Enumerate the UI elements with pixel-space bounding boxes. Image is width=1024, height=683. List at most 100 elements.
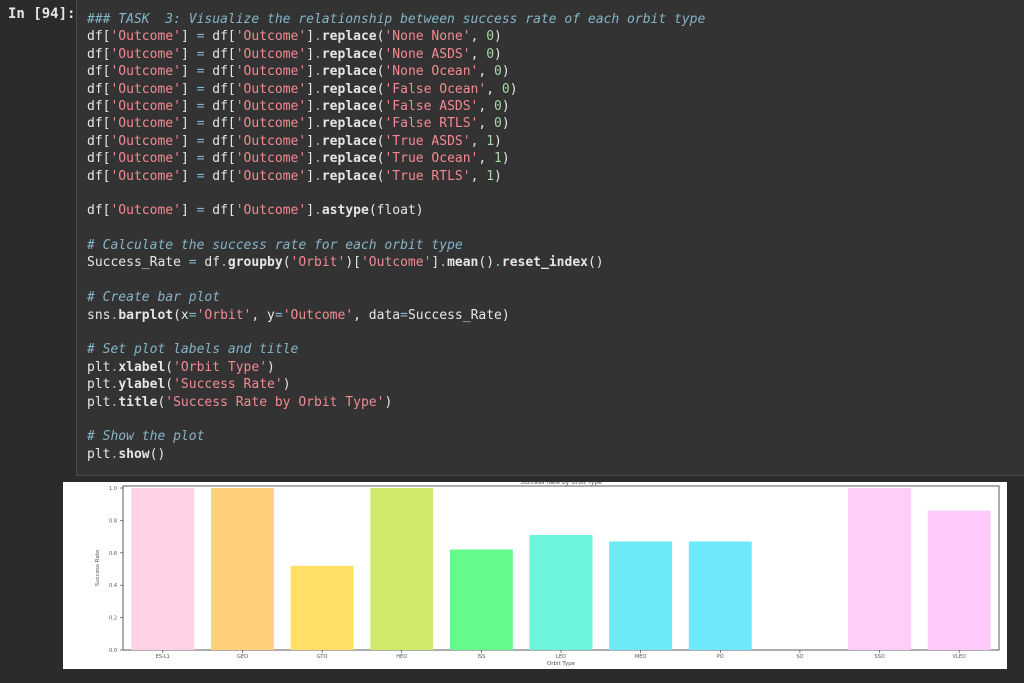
- code-line: sns.barplot(x='Orbit', y='Outcome', data…: [87, 307, 705, 324]
- code-token: plt: [87, 377, 111, 393]
- code-token: replace: [321, 168, 377, 184]
- code-token: ,: [470, 29, 487, 45]
- code-token: df[: [204, 64, 236, 80]
- code-token: =: [188, 307, 197, 323]
- code-token: .: [314, 64, 322, 80]
- code-token: 'Outcome': [110, 116, 181, 132]
- code-token: astype: [321, 203, 369, 219]
- code-cell[interactable]: ### TASK 3: Visualize the relationship b…: [76, 0, 1024, 476]
- code-token: ): [501, 151, 510, 167]
- code-token: ]: [180, 151, 197, 167]
- code-line: plt.xlabel('Orbit Type'): [87, 359, 705, 376]
- code-token: ]: [180, 46, 197, 62]
- code-token: Success_Rate): [407, 307, 510, 323]
- code-token: plt: [87, 394, 111, 410]
- code-token: ]: [306, 203, 315, 219]
- code-line: # Show the plot: [87, 428, 705, 445]
- code-line: df['Outcome'] = df['Outcome'].replace('T…: [87, 168, 705, 185]
- code-token: ]: [306, 29, 315, 45]
- code-token: , data: [353, 307, 401, 323]
- code-token: (): [587, 255, 604, 271]
- code-token: 'False ASDS': [384, 98, 479, 114]
- code-token: df[: [204, 133, 236, 149]
- code-token: ]: [306, 64, 315, 80]
- code-token: ]: [180, 203, 197, 219]
- code-token: barplot: [118, 307, 174, 323]
- bar: [290, 565, 354, 650]
- x-tick-label: HEO: [396, 654, 407, 660]
- code-token: ylabel: [118, 377, 166, 393]
- y-axis-label: Success Rate: [95, 549, 101, 586]
- code-token: 'False Ocean': [384, 81, 487, 97]
- code-line: Success_Rate = df.groupby('Orbit')['Outc…: [87, 254, 705, 271]
- code-token: ): [494, 168, 502, 184]
- code-token: 'Outcome': [110, 151, 181, 167]
- code-token: plt: [87, 359, 111, 375]
- code-token: ]: [180, 168, 197, 184]
- code-token: # Create bar plot: [87, 290, 221, 306]
- code-token: df[: [87, 203, 111, 219]
- code-token: ,: [478, 64, 495, 80]
- code-token: (float): [368, 203, 424, 219]
- code-line: df['Outcome'] = df['Outcome'].astype(flo…: [87, 202, 705, 219]
- code-token: ]: [306, 133, 315, 149]
- code-token: 'Outcome': [110, 81, 181, 97]
- code-token: ]: [306, 151, 315, 167]
- code-token: 'Orbit Type': [173, 359, 268, 375]
- code-editor[interactable]: ### TASK 3: Visualize the relationship b…: [87, 11, 705, 463]
- code-token: (: [165, 377, 174, 393]
- code-token: ): [494, 46, 502, 62]
- y-tick-label: 0.4: [109, 583, 117, 589]
- code-token: replace: [321, 29, 377, 45]
- code-token: df[: [87, 151, 111, 167]
- code-line: df['Outcome'] = df['Outcome'].replace('F…: [87, 98, 705, 115]
- y-tick-label: 0.0: [109, 648, 117, 654]
- code-line: ### TASK 3: Visualize the relationship b…: [87, 11, 705, 28]
- code-token: ,: [478, 151, 495, 167]
- code-token: .: [314, 98, 322, 114]
- bar-chart: 0.0 0.2 0.4 0.6 0.8 1.0 ES-L1 GEO GTO HEO ISS LEO ME…: [95, 482, 1000, 667]
- code-token: .: [314, 46, 322, 62]
- code-token: sns: [87, 307, 111, 323]
- code-token: ]: [306, 81, 315, 97]
- code-token: # Calculate the success rate for each or…: [87, 238, 463, 254]
- code-token: ): [494, 133, 502, 149]
- code-token: 'None None': [384, 29, 471, 45]
- code-token: title: [118, 394, 158, 410]
- x-tick-label: MEO: [635, 654, 646, 660]
- x-tick-label: ISS: [477, 654, 485, 660]
- x-tick-label: LEO: [556, 654, 566, 660]
- code-token: ): [501, 98, 510, 114]
- code-token: =: [188, 255, 197, 271]
- code-token: 'False RTLS': [384, 116, 479, 132]
- code-token: replace: [321, 133, 377, 149]
- code-token: 0: [494, 98, 502, 114]
- code-token: )[: [345, 255, 361, 271]
- code-token: .: [314, 151, 322, 167]
- code-line: df['Outcome'] = df['Outcome'].replace('F…: [87, 81, 705, 98]
- bar: [688, 541, 752, 650]
- code-token: (): [478, 255, 495, 271]
- code-token: xlabel: [118, 359, 166, 375]
- code-token: ]: [306, 116, 315, 132]
- chart-title: Success Rate by Orbit Type: [520, 482, 602, 486]
- code-token: 'Outcome': [360, 255, 432, 271]
- code-token: Success_Rate: [87, 255, 189, 271]
- code-token: # Show the plot: [87, 429, 205, 445]
- code-token: ): [509, 81, 518, 97]
- code-token: .: [314, 168, 322, 184]
- code-token: 'Outcome': [110, 203, 181, 219]
- code-token: df[: [204, 168, 236, 184]
- x-tick-label: PO: [717, 654, 724, 660]
- code-line: df['Outcome'] = df['Outcome'].replace('T…: [87, 150, 705, 167]
- x-tick-label: GTO: [317, 654, 328, 660]
- x-tick-label: SSO: [874, 654, 884, 660]
- code-token: 0: [501, 81, 510, 97]
- y-tick-label: 0.8: [109, 518, 117, 524]
- code-token: 'Outcome': [235, 64, 307, 80]
- code-token: ): [384, 394, 393, 410]
- cell-prompt: In [94]:: [8, 6, 76, 22]
- code-token: replace: [321, 64, 377, 80]
- code-token: 'Outcome': [110, 168, 181, 184]
